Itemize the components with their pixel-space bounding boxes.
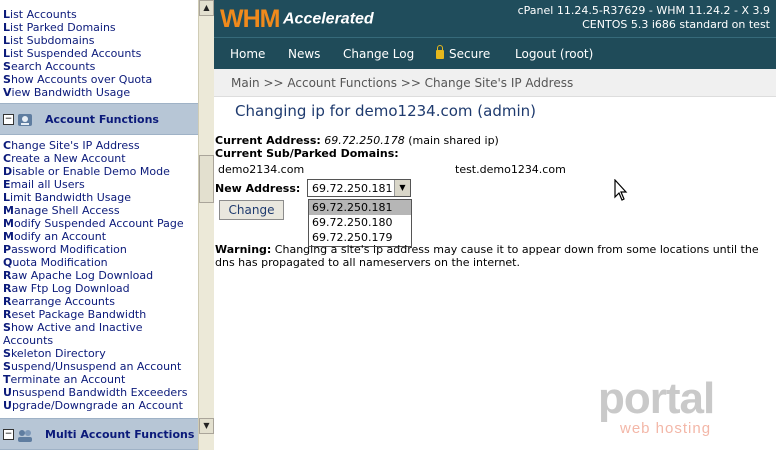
- mouse-cursor-icon: [614, 179, 628, 201]
- scroll-up-arrow-icon[interactable]: ▲: [199, 0, 214, 16]
- collapse-toggle-icon[interactable]: −: [3, 429, 14, 440]
- nav-bar: Home News Change Log Secure Logout (root…: [214, 37, 776, 69]
- sidebar-top-links: List Accounts List Parked Domains List S…: [0, 8, 152, 99]
- sidebar-item-create-account[interactable]: Create a New Account: [0, 152, 187, 165]
- current-address-note: (main shared ip): [408, 134, 499, 147]
- section-title: Account Functions: [45, 113, 159, 126]
- sidebar-item-password-modification[interactable]: Password Modification: [0, 243, 187, 256]
- sidebar-scrollbar[interactable]: ▲ ▼: [198, 0, 214, 450]
- breadcrumb: Main >> Account Functions >> Change Site…: [214, 69, 776, 97]
- sidebar-item-search-accounts[interactable]: Search Accounts: [0, 60, 152, 73]
- multi-account-icon: [18, 430, 32, 442]
- domain-2: test.demo1234.com: [455, 163, 566, 176]
- section-header-multi-account[interactable]: − Multi Account Functions: [0, 418, 198, 450]
- sidebar-item-reset-package-bandwidth[interactable]: Reset Package Bandwidth: [0, 308, 187, 321]
- new-address-label-row: New Address:: [215, 182, 300, 195]
- sidebar-item-raw-apache-log[interactable]: Raw Apache Log Download: [0, 269, 187, 282]
- nav-secure[interactable]: Secure: [436, 45, 491, 61]
- subdomains-label: Current Sub/Parked Domains:: [215, 147, 399, 160]
- sidebar-item-rearrange-accounts[interactable]: Rearrange Accounts: [0, 295, 187, 308]
- change-button[interactable]: Change: [219, 200, 284, 220]
- sidebar-item-list-suspended-accounts[interactable]: List Suspended Accounts: [0, 47, 152, 60]
- sidebar-item-raw-ftp-log[interactable]: Raw Ftp Log Download: [0, 282, 187, 295]
- subdomains-label-row: Current Sub/Parked Domains:: [215, 147, 399, 160]
- version-info: cPanel 11.24.5-R37629 - WHM 11.24.2 - X …: [518, 4, 770, 32]
- whm-logo: WHM Accelerated: [220, 5, 374, 33]
- sidebar-item-show-active-inactive-cont[interactable]: Accounts: [0, 334, 187, 347]
- nav-secure-label: Secure: [449, 47, 491, 61]
- sidebar-item-list-accounts[interactable]: List Accounts: [0, 8, 152, 21]
- sidebar-item-suspend-unsuspend[interactable]: Suspend/Unsuspend an Account: [0, 360, 187, 373]
- new-address-select[interactable]: 69.72.250.181 ▼: [307, 179, 411, 197]
- ip-option[interactable]: 69.72.250.181: [309, 200, 411, 215]
- chevron-down-icon[interactable]: ▼: [394, 180, 410, 196]
- account-functions-icon: [18, 114, 32, 126]
- sidebar-item-email-all-users[interactable]: Email all Users: [0, 178, 187, 191]
- sidebar-item-show-active-inactive[interactable]: Show Active and Inactive: [0, 321, 187, 334]
- sidebar-item-demo-mode[interactable]: Disable or Enable Demo Mode: [0, 165, 187, 178]
- sidebar-item-show-accounts-over-quota[interactable]: Show Accounts over Quota: [0, 73, 152, 86]
- section-header-account-functions[interactable]: − Account Functions: [0, 103, 198, 135]
- watermark-brand: portal: [598, 374, 715, 423]
- sidebar-item-list-parked-domains[interactable]: List Parked Domains: [0, 21, 152, 34]
- logo-main: WHM: [220, 5, 280, 33]
- page-title: Changing ip for demo1234.com (admin): [235, 102, 537, 120]
- sidebar-item-modify-suspended-page[interactable]: Modify Suspended Account Page: [0, 217, 187, 230]
- sidebar-item-unsuspend-bandwidth[interactable]: Unsuspend Bandwidth Exceeders: [0, 386, 187, 399]
- collapse-toggle-icon[interactable]: −: [3, 114, 14, 125]
- new-address-label: New Address:: [215, 182, 301, 195]
- sidebar-item-manage-shell-access[interactable]: Manage Shell Access: [0, 204, 187, 217]
- version-line-2: CENTOS 5.3 i686 standard on test: [582, 18, 770, 31]
- sidebar-item-list-subdomains[interactable]: List Subdomains: [0, 34, 152, 47]
- warning-label: Warning:: [215, 243, 272, 256]
- ip-dropdown-list[interactable]: 69.72.250.181 69.72.250.180 69.72.250.17…: [308, 199, 412, 247]
- watermark-tagline: web hosting: [620, 420, 712, 437]
- sidebar-item-modify-account[interactable]: Modify an Account: [0, 230, 187, 243]
- warning-text: Changing a site's ip address may cause i…: [215, 243, 759, 269]
- sidebar-item-change-site-ip[interactable]: Change Site's IP Address: [0, 139, 187, 152]
- header-bar: WHM Accelerated cPanel 11.24.5-R37629 - …: [214, 0, 776, 37]
- scrollbar-thumb[interactable]: [199, 155, 214, 203]
- sidebar-item-upgrade-downgrade[interactable]: Upgrade/Downgrade an Account: [0, 399, 187, 412]
- sidebar-item-terminate-account[interactable]: Terminate an Account: [0, 373, 187, 386]
- nav-news[interactable]: News: [288, 47, 320, 61]
- current-address-label: Current Address:: [215, 134, 321, 147]
- sidebar: List Accounts List Parked Domains List S…: [0, 0, 198, 450]
- sidebar-account-links: Change Site's IP Address Create a New Ac…: [0, 139, 187, 412]
- current-address-row: Current Address: 69.72.250.178 (main sha…: [215, 134, 499, 147]
- domain-1: demo2134.com: [218, 163, 305, 176]
- selected-ip: 69.72.250.181: [312, 182, 393, 195]
- sidebar-item-limit-bandwidth[interactable]: Limit Bandwidth Usage: [0, 191, 187, 204]
- portal-watermark-logo: portal web hosting: [598, 374, 768, 442]
- ip-option[interactable]: 69.72.250.180: [309, 215, 411, 230]
- lock-icon: [436, 45, 444, 59]
- warning-message: Warning: Changing a site's ip address ma…: [215, 243, 775, 269]
- nav-home[interactable]: Home: [230, 47, 265, 61]
- sidebar-item-view-bandwidth-usage[interactable]: View Bandwidth Usage: [0, 86, 152, 99]
- current-address-value: 69.72.250.178: [324, 134, 405, 147]
- version-line-1: cPanel 11.24.5-R37629 - WHM 11.24.2 - X …: [517, 4, 770, 17]
- logo-sub: Accelerated: [282, 10, 374, 28]
- scroll-down-arrow-icon[interactable]: ▼: [199, 418, 214, 434]
- sidebar-item-quota-modification[interactable]: Quota Modification: [0, 256, 187, 269]
- sidebar-item-skeleton-directory[interactable]: Skeleton Directory: [0, 347, 187, 360]
- nav-logout[interactable]: Logout (root): [515, 47, 593, 61]
- breadcrumb-text: Main >> Account Functions >> Change Site…: [231, 76, 574, 90]
- section-title: Multi Account Functions: [45, 428, 195, 441]
- nav-change-log[interactable]: Change Log: [343, 47, 414, 61]
